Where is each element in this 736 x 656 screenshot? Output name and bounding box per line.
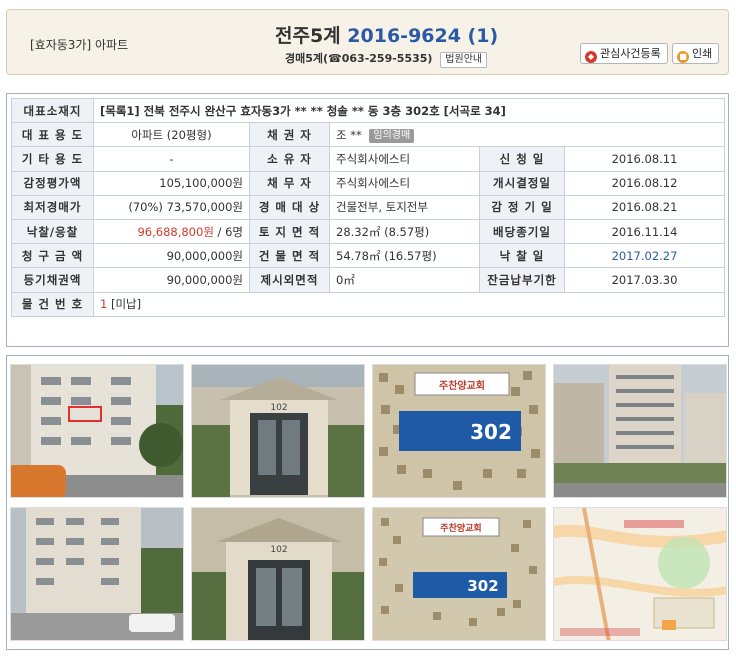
debtor-label: 채 무 자 bbox=[249, 170, 330, 196]
print-icon: ■ bbox=[677, 51, 689, 63]
main-use-label: 대 표 용 도 bbox=[11, 122, 94, 148]
table-row: 대 표 용 도 아파트 (20평형) 채 권 자 조 ** 임의경매 bbox=[11, 122, 726, 148]
table-row: 물 건 번 호 1 [미납] bbox=[11, 291, 726, 317]
dividend-deadline-label: 배당종기일 bbox=[479, 218, 565, 245]
photo-entrance-detail[interactable]: 102 bbox=[191, 507, 365, 641]
other-use-label: 기 타 용 도 bbox=[11, 146, 94, 172]
bookmark-icon: ◆ bbox=[585, 51, 597, 63]
appraisal-date-value: 2016.08.21 bbox=[563, 194, 726, 220]
photo-apartment-exterior[interactable] bbox=[10, 364, 184, 498]
dividend-deadline-value: 2016.11.14 bbox=[563, 218, 726, 245]
owner-value: 주식회사에스티 bbox=[329, 146, 480, 172]
bidders-value: / 6명 bbox=[213, 224, 243, 239]
building-number-sign: 102 bbox=[270, 403, 287, 413]
winning-bid-value: 96,688,800원 bbox=[137, 224, 214, 239]
item-number-value: 1 bbox=[100, 297, 108, 312]
print-button-label: 인쇄 bbox=[692, 47, 713, 60]
creditor-label: 채 권 자 bbox=[249, 122, 330, 148]
building-area-value: 54.78㎡ (16.57평) bbox=[329, 243, 480, 269]
location-type: [효자동3가] 아파트 bbox=[30, 36, 128, 53]
interest-button-label: 관심사건등록 bbox=[600, 47, 661, 60]
photo-unit-sign-closeup[interactable]: 주찬양교회 302 bbox=[372, 507, 546, 641]
building-number-sign-2: 102 bbox=[270, 545, 287, 555]
table-row: 기 타 용 도 - 소 유 자 주식회사에스티 신 청 일 2016.08.11 bbox=[11, 146, 726, 172]
case-info-table: 대표소재지 [목록1] 전북 전주시 완산구 효자동3가 ** ** 청솔 **… bbox=[11, 97, 726, 317]
interest-register-button[interactable]: ◆ 관심사건등록 bbox=[580, 43, 668, 64]
auction-type-badge: 임의경매 bbox=[369, 128, 415, 143]
creditor-value: 조 ** bbox=[336, 127, 362, 142]
location-label: [효자동3가] bbox=[30, 38, 92, 52]
creditor-cell: 조 ** 임의경매 bbox=[328, 122, 726, 148]
auction-target-value: 건물전부, 토지전부 bbox=[329, 194, 480, 220]
filing-date-label: 신 청 일 bbox=[479, 146, 565, 172]
excluded-area-value: 0㎡ bbox=[329, 267, 480, 293]
registered-claim-label: 등기채권액 bbox=[11, 267, 94, 293]
court-contact: 경매5계(☎063-259-5535) 법원안내 bbox=[285, 50, 488, 68]
winning-bid-label: 낙찰/응찰 bbox=[11, 218, 94, 245]
photo-unit-sign[interactable]: 주찬양교회 302 bbox=[372, 364, 546, 498]
min-price-value: (70%) 73,570,000원 bbox=[93, 194, 250, 220]
table-row: 낙찰/응찰 96,688,800원 / 6명 토 지 면 적 28.32㎡ (8… bbox=[11, 218, 726, 245]
court-name: 전주5계 bbox=[275, 25, 341, 47]
building-area-label: 건 물 면 적 bbox=[249, 243, 330, 269]
registered-claim-value: 90,000,000원 bbox=[93, 267, 250, 293]
appraisal-value: 105,100,000원 bbox=[93, 170, 250, 196]
min-price-label: 최저경매가 bbox=[11, 194, 94, 220]
church-sign: 주찬양교회 bbox=[439, 379, 485, 392]
excluded-area-label: 제시외면적 bbox=[249, 267, 330, 293]
case-info-panel: 대표소재지 [목록1] 전북 전주시 완산구 효자동3가 ** ** 청솔 **… bbox=[6, 93, 729, 347]
debtor-value: 주식회사에스티 bbox=[329, 170, 480, 196]
land-area-label: 토 지 면 적 bbox=[249, 218, 330, 245]
case-title: 전주5계 2016-9624 (1) bbox=[275, 21, 498, 48]
case-header: [효자동3가] 아파트 전주5계 2016-9624 (1) 경매5계(☎063… bbox=[6, 9, 729, 75]
contact-phone: 경매5계(☎063-259-5535) bbox=[285, 52, 433, 65]
table-row: 대표소재지 [목록1] 전북 전주시 완산구 효자동3가 ** ** 청솔 **… bbox=[11, 97, 726, 124]
sale-date-label: 낙 찰 일 bbox=[479, 243, 565, 269]
address-value: [목록1] 전북 전주시 완산구 효자동3가 ** ** 청솔 ** 동 3층 … bbox=[92, 97, 726, 124]
case-number: 2016-9624 (1) bbox=[347, 25, 499, 47]
unit-number-sign: 302 bbox=[470, 420, 512, 444]
land-area-value: 28.32㎡ (8.57평) bbox=[329, 218, 480, 245]
table-row: 감정평가액 105,100,000원 채 무 자 주식회사에스티 개시결정일 2… bbox=[11, 170, 726, 196]
winning-bid-cell: 96,688,800원 / 6명 bbox=[93, 218, 250, 245]
item-number-cell: 1 [미납] bbox=[92, 291, 726, 317]
commence-date-label: 개시결정일 bbox=[479, 170, 565, 196]
payment-deadline-label: 잔금납부기한 bbox=[479, 267, 565, 293]
court-guide-button[interactable]: 법원안내 bbox=[440, 52, 488, 68]
photo-gallery: 102 주찬양교회 302 102 주찬양교회 302 bbox=[6, 355, 729, 650]
claim-amount-value: 90,000,000원 bbox=[93, 243, 250, 269]
table-row: 등기채권액 90,000,000원 제시외면적 0㎡ 잔금납부기한 2017.0… bbox=[11, 267, 726, 293]
property-type-label: 아파트 bbox=[95, 38, 129, 52]
address-label: 대표소재지 bbox=[11, 97, 94, 124]
unit-number-sign-2: 302 bbox=[467, 577, 498, 595]
table-row: 최저경매가 (70%) 73,570,000원 경 매 대 상 건물전부, 토지… bbox=[11, 194, 726, 220]
photo-location-map[interactable] bbox=[553, 507, 727, 641]
photo-building-entrance[interactable]: 102 bbox=[191, 364, 365, 498]
photo-apartment-parking[interactable] bbox=[10, 507, 184, 641]
auction-target-label: 경 매 대 상 bbox=[249, 194, 330, 220]
church-sign-2: 주찬양교회 bbox=[440, 522, 481, 534]
table-row: 청 구 금 액 90,000,000원 건 물 면 적 54.78㎡ (16.5… bbox=[11, 243, 726, 269]
commence-date-value: 2016.08.12 bbox=[563, 170, 726, 196]
item-number-label: 물 건 번 호 bbox=[11, 291, 94, 317]
item-status: [미납] bbox=[110, 297, 142, 312]
other-use-value: - bbox=[93, 146, 250, 172]
print-button[interactable]: ■ 인쇄 bbox=[672, 43, 720, 64]
appraisal-date-label: 감 정 기 일 bbox=[479, 194, 565, 220]
appraisal-label: 감정평가액 bbox=[11, 170, 94, 196]
claim-amount-label: 청 구 금 액 bbox=[11, 243, 94, 269]
main-use-value: 아파트 (20평형) bbox=[93, 122, 250, 148]
payment-deadline-value: 2017.03.30 bbox=[563, 267, 726, 293]
owner-label: 소 유 자 bbox=[249, 146, 330, 172]
filing-date-value: 2016.08.11 bbox=[563, 146, 726, 172]
photo-apartment-complex[interactable] bbox=[553, 364, 727, 498]
sale-date-value: 2017.02.27 bbox=[563, 243, 726, 269]
